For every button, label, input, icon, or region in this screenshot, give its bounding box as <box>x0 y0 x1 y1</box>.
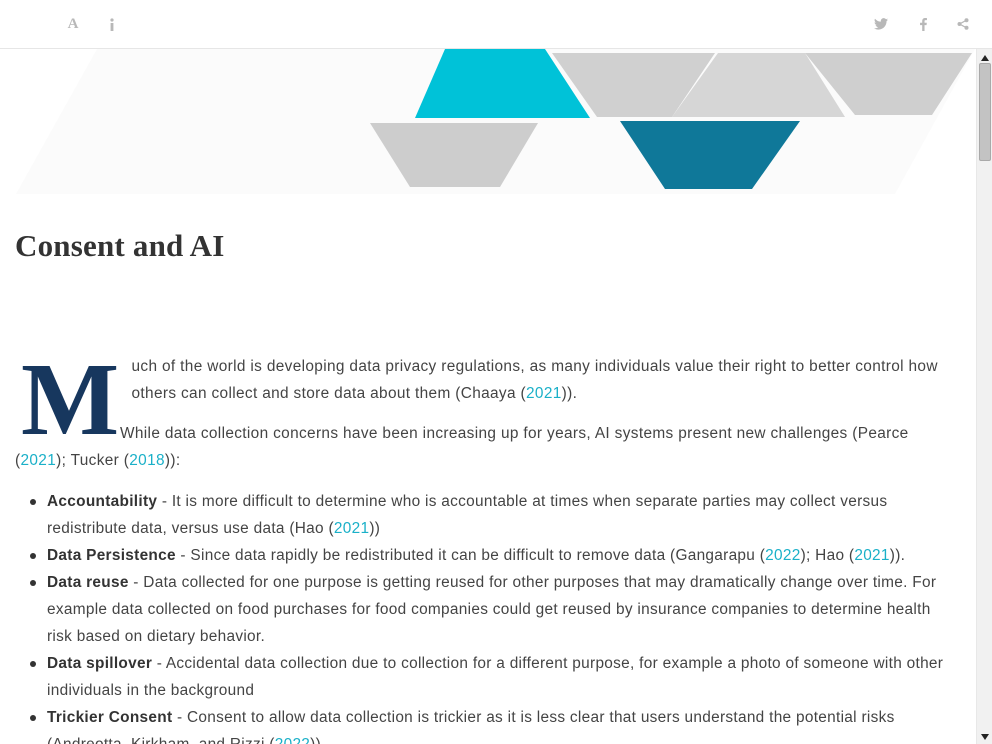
scroll-thumb[interactable] <box>979 63 991 161</box>
scroll-down-arrow-icon[interactable] <box>980 732 990 742</box>
bullet-end: )). <box>889 547 906 564</box>
bullet-dot <box>30 553 36 559</box>
bullet-term: Trickier Consent <box>47 709 173 726</box>
citation-link[interactable]: 2022 <box>275 736 310 744</box>
citation-link[interactable]: 2021 <box>526 385 562 402</box>
scroll-up-arrow-icon[interactable] <box>980 53 990 63</box>
bullet-term: Data Persistence <box>47 547 176 564</box>
bullet-term: Accountability <box>47 493 158 510</box>
bullet-term: Data spillover <box>47 655 153 672</box>
citation-link[interactable]: 2021 <box>20 452 56 469</box>
bullet-term: Data reuse <box>47 574 129 591</box>
citation-link[interactable]: 2018 <box>129 452 165 469</box>
facebook-icon[interactable] <box>911 12 935 36</box>
banner-graphic <box>16 49 975 194</box>
list-item: Trickier Consent - Consent to allow data… <box>15 704 960 744</box>
bullet-text: - Consent to allow data collection is tr… <box>47 709 895 744</box>
bullet-text: - Since data rapidly be redistributed it… <box>175 547 766 564</box>
font-size-icon[interactable]: A <box>61 12 85 36</box>
bullet-end: )) <box>369 520 381 537</box>
page-title: Consent and AI <box>15 228 225 263</box>
bullet-end: )) <box>310 736 321 744</box>
info-icon[interactable] <box>100 12 124 36</box>
list-item: Data Persistence - Since data rapidly be… <box>15 542 960 569</box>
citation-link[interactable]: 2021 <box>334 520 369 537</box>
intro-end: )). <box>561 385 578 402</box>
share-icon[interactable] <box>951 12 975 36</box>
bullet-text: - Data collected for one purpose is gett… <box>47 574 937 645</box>
citation-link[interactable]: 2021 <box>854 547 889 564</box>
bullet-text: - It is more difficult to determine who … <box>47 493 888 537</box>
challenges-paragraph: While data collection concerns have been… <box>15 420 955 474</box>
bullet-dot <box>30 715 36 721</box>
bullet-dot <box>30 661 36 667</box>
bullet-dot <box>30 499 36 505</box>
p2-mid: ); Tucker ( <box>56 452 130 469</box>
bullet-text: - Accidental data collection due to coll… <box>47 655 944 699</box>
top-toolbar: A <box>0 0 992 49</box>
vertical-scrollbar[interactable] <box>976 49 992 744</box>
bullet-dot <box>30 580 36 586</box>
font-size-glyph: A <box>67 15 79 32</box>
p2-end: )): <box>164 452 181 469</box>
challenges-list: Accountability - It is more difficult to… <box>15 488 960 744</box>
bullet-mid: ); Hao ( <box>800 547 855 564</box>
article-content: Consent and AI Much of the world is deve… <box>0 49 976 744</box>
list-item: Data reuse - Data collected for one purp… <box>15 569 960 650</box>
list-item: Data spillover - Accidental data collect… <box>15 650 960 704</box>
list-item: Accountability - It is more difficult to… <box>15 488 960 542</box>
twitter-icon[interactable] <box>869 12 893 36</box>
citation-link[interactable]: 2022 <box>765 547 800 564</box>
